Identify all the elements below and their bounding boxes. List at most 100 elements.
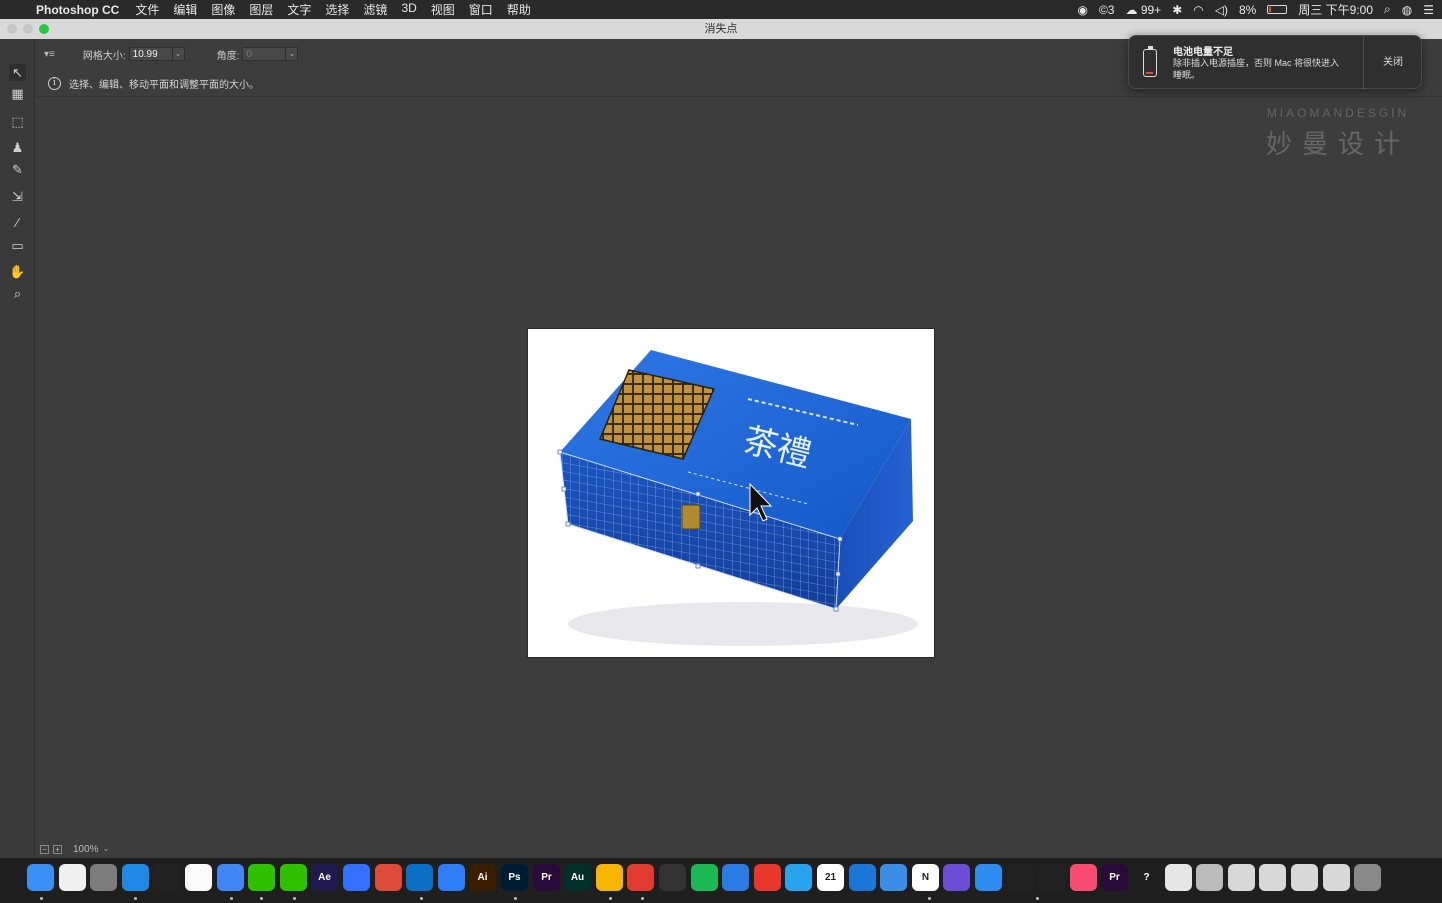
zoom-in-button[interactable]: + <box>53 844 62 854</box>
dock-running-indicator <box>40 897 43 900</box>
menu-item-8[interactable]: 视图 <box>431 1 455 18</box>
help-icon[interactable]: ? <box>1133 864 1160 891</box>
menu-item-4[interactable]: 文字 <box>287 1 311 18</box>
menu-item-7[interactable]: 3D <box>401 1 416 18</box>
notification-center-icon[interactable]: ☰ <box>1423 3 1434 17</box>
brush-tool[interactable]: ✎ <box>9 161 26 178</box>
stats-icon[interactable] <box>1038 864 1065 891</box>
browser-icon[interactable] <box>122 864 149 891</box>
zoom-out-button[interactable]: − <box>40 844 49 854</box>
eyedropper-tool[interactable]: ⁄ <box>9 214 26 231</box>
pen-icon[interactable] <box>659 864 686 891</box>
menu-item-3[interactable]: 图层 <box>249 1 273 18</box>
menu-item-6[interactable]: 滤镜 <box>363 1 387 18</box>
magic-icon[interactable] <box>1007 864 1034 891</box>
audition-icon[interactable]: Au <box>564 864 591 891</box>
folder-2-icon[interactable] <box>1259 864 1286 891</box>
minimize-window-button[interactable] <box>23 24 33 34</box>
after-effects-icon[interactable]: Ae <box>311 864 338 891</box>
edit-plane-tool[interactable]: ↖ <box>9 64 26 81</box>
tool-panel: ↖ ▦ ⬚ ♟ ✎ ⇲ ⁄ ▭ ✋ ⌕ <box>0 39 35 857</box>
app-menu[interactable]: Photoshop CC <box>36 3 119 17</box>
siri-icon[interactable]: ◍ <box>1402 3 1412 17</box>
menu-item-5[interactable]: 选择 <box>325 1 349 18</box>
wechat-work-icon[interactable] <box>280 864 307 891</box>
notes-icon[interactable] <box>59 864 86 891</box>
zoom-window-button[interactable] <box>39 24 49 34</box>
canvas-image[interactable]: 茶禮 <box>527 328 935 658</box>
folder-3-icon[interactable] <box>1291 864 1318 891</box>
battery-percent[interactable]: 8% <box>1239 3 1256 17</box>
badge-c[interactable]: ©3 <box>1099 3 1115 17</box>
zoom-dropdown[interactable]: ⌄ <box>100 843 112 855</box>
qq-icon[interactable] <box>153 864 180 891</box>
keynote-icon[interactable] <box>722 864 749 891</box>
feishu-icon[interactable] <box>343 864 370 891</box>
hand-tool[interactable]: ✋ <box>9 263 26 280</box>
battery-icon[interactable] <box>1267 5 1288 14</box>
menu-item-9[interactable]: 窗口 <box>469 1 493 18</box>
send-icon[interactable] <box>975 864 1002 891</box>
safari-icon[interactable] <box>849 864 876 891</box>
traffic-lights <box>7 24 49 34</box>
trash-icon[interactable] <box>1354 864 1381 891</box>
chrome-alt-icon[interactable] <box>217 864 244 891</box>
dock: Ae Ai Ps Pr Au 21 N Pr? <box>0 857 1442 903</box>
close-window-button[interactable] <box>7 24 17 34</box>
itunes-icon[interactable] <box>1070 864 1097 891</box>
calendar-icon[interactable]: 21 <box>817 864 844 891</box>
netease-music-icon[interactable] <box>627 864 654 891</box>
menu-item-0[interactable]: 文件 <box>135 1 159 18</box>
stamp-tool[interactable]: ♟ <box>9 139 26 156</box>
document-icon[interactable] <box>1196 864 1223 891</box>
safari-compass-icon[interactable] <box>785 864 812 891</box>
marquee-tool[interactable]: ⬚ <box>9 113 26 130</box>
angle-dropdown[interactable]: ⌄ <box>286 47 299 61</box>
wechat-icon[interactable] <box>248 864 275 891</box>
low-battery-notification[interactable]: 电池电量不足 除非插入电源插座，否则 Mac 将很快进入睡眠。 关闭 <box>1128 35 1422 90</box>
volume-icon[interactable]: ◁) <box>1215 3 1228 17</box>
finder-icon[interactable] <box>27 864 54 891</box>
preview-icon[interactable] <box>1165 864 1192 891</box>
sketch-icon[interactable] <box>596 864 623 891</box>
stickies-icon[interactable] <box>185 864 212 891</box>
notion-icon[interactable]: N <box>912 864 939 891</box>
baidu-netdisk-icon[interactable] <box>438 864 465 891</box>
tea-box-photo: 茶禮 <box>557 350 918 646</box>
menu-item-1[interactable]: 编辑 <box>173 1 197 18</box>
grid-size-field[interactable]: 10.99 <box>128 47 173 61</box>
measure-tool[interactable]: ▭ <box>9 237 26 254</box>
zoom-tool[interactable]: ⌕ <box>9 285 26 302</box>
angle-field[interactable]: 0 <box>242 47 287 61</box>
edge-icon[interactable] <box>406 864 433 891</box>
photoshop-icon[interactable]: Ps <box>501 864 528 891</box>
illustrator-icon[interactable]: Ai <box>469 864 496 891</box>
premiere-rush-icon[interactable]: Pr <box>1101 864 1128 891</box>
xmind-icon[interactable] <box>754 864 781 891</box>
tool-options-menu-icon[interactable]: ▾≡ <box>44 49 55 60</box>
menu-item-2[interactable]: 图像 <box>211 1 235 18</box>
notification-divider <box>1363 36 1364 90</box>
spotify-icon[interactable] <box>691 864 718 891</box>
folder-4-icon[interactable] <box>1323 864 1350 891</box>
chrome-icon[interactable] <box>375 864 402 891</box>
vpn-icon[interactable] <box>880 864 907 891</box>
notification-close-button[interactable]: 关闭 <box>1365 36 1421 90</box>
purple-app-icon[interactable] <box>943 864 970 891</box>
premiere-icon[interactable]: Pr <box>533 864 560 891</box>
window-title: 消失点 <box>704 23 738 35</box>
grid-size-dropdown[interactable]: ⌄ <box>172 47 185 61</box>
datetime[interactable]: 周三 下午9:00 <box>1298 1 1373 18</box>
create-plane-tool[interactable]: ▦ <box>9 85 26 102</box>
menu-item-10[interactable]: 帮助 <box>507 1 531 18</box>
spotlight-icon[interactable]: ⌕ <box>1384 2 1391 17</box>
watermark-en: MIAOMANDESGIN <box>1266 106 1410 120</box>
wechat-status-icon[interactable]: ☁ 99+ <box>1125 3 1161 17</box>
transform-tool[interactable]: ⇲ <box>9 188 26 205</box>
bluetooth-icon[interactable]: ✱ <box>1172 3 1182 17</box>
zoom-field[interactable]: 100% <box>70 843 100 855</box>
folder-1-icon[interactable] <box>1228 864 1255 891</box>
system-prefs-icon[interactable] <box>90 864 117 891</box>
wifi-icon[interactable]: ◠ <box>1193 3 1203 17</box>
record-icon[interactable]: ◉ <box>1077 3 1087 17</box>
